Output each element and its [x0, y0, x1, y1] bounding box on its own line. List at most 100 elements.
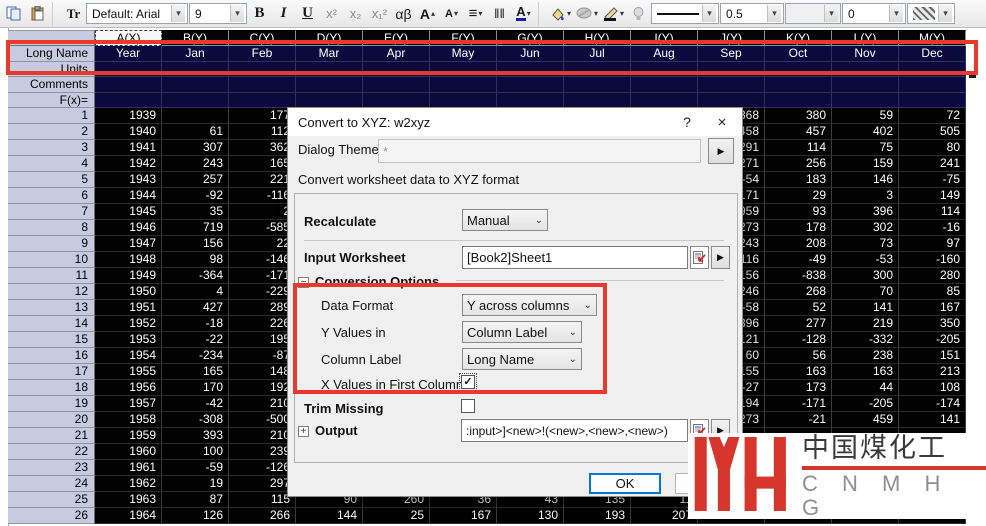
long-name-cell[interactable]: Oct	[765, 46, 832, 62]
dialog-theme-input[interactable]: *	[378, 139, 701, 163]
data-cell[interactable]: 1942	[95, 156, 162, 172]
data-cell[interactable]: 289	[229, 300, 296, 316]
row-number-cell[interactable]: 11	[8, 268, 95, 284]
label-cell[interactable]	[162, 77, 229, 93]
ok-button[interactable]: OK	[589, 473, 661, 494]
data-cell[interactable]: 1945	[95, 204, 162, 220]
row-number-cell[interactable]: 17	[8, 364, 95, 380]
data-cell[interactable]: 307	[162, 140, 229, 156]
subscript-button[interactable]: x₂	[344, 3, 367, 25]
data-cell[interactable]: 1961	[95, 460, 162, 476]
label-cell[interactable]	[229, 62, 296, 78]
data-cell[interactable]: 193	[564, 508, 631, 524]
input-worksheet-flyout-button[interactable]: ▶	[711, 246, 730, 269]
data-cell[interactable]: 1954	[95, 348, 162, 364]
label-cell[interactable]	[430, 77, 497, 93]
data-cell[interactable]: -53	[832, 252, 899, 268]
label-cell[interactable]	[497, 77, 564, 93]
label-cell[interactable]	[95, 77, 162, 93]
label-cell[interactable]	[698, 62, 765, 78]
corner-cell[interactable]	[8, 30, 95, 46]
data-cell[interactable]: -16	[899, 220, 966, 236]
row-label-cell[interactable]: Long Name	[8, 46, 95, 62]
data-cell[interactable]: 1949	[95, 268, 162, 284]
data-cell[interactable]: 173	[765, 380, 832, 396]
data-cell[interactable]: -332	[832, 332, 899, 348]
data-cell[interactable]: 115	[229, 492, 296, 508]
row-number-cell[interactable]: 20	[8, 412, 95, 428]
data-cell[interactable]: 1962	[95, 476, 162, 492]
data-cell[interactable]: 22	[229, 236, 296, 252]
rotation-select[interactable]: 0 ▾	[842, 3, 906, 24]
data-cell[interactable]: 1959	[95, 428, 162, 444]
data-cell[interactable]: 52	[765, 300, 832, 316]
data-cell[interactable]: 87	[162, 492, 229, 508]
data-cell[interactable]: -75	[899, 172, 966, 188]
data-cell[interactable]: 266	[229, 508, 296, 524]
data-cell[interactable]: 170	[162, 380, 229, 396]
underline-button[interactable]: U	[296, 3, 319, 25]
label-cell[interactable]	[296, 93, 363, 109]
data-cell[interactable]: 277	[765, 316, 832, 332]
data-cell[interactable]: 159	[832, 156, 899, 172]
data-cell[interactable]: 29	[765, 188, 832, 204]
data-cell[interactable]: 1953	[95, 332, 162, 348]
long-name-cell[interactable]: Year	[95, 46, 162, 62]
long-name-cell[interactable]: Jun	[497, 46, 564, 62]
data-cell[interactable]: 459	[832, 412, 899, 428]
dialog-theme-flyout-button[interactable]: ▶	[708, 138, 734, 164]
data-cell[interactable]: 210	[229, 428, 296, 444]
dialog-titlebar[interactable]: Convert to XYZ: w2xyz ? ×	[288, 108, 742, 136]
y-values-in-select[interactable]: Column Label ⌄	[462, 321, 582, 343]
label-cell[interactable]	[363, 62, 430, 78]
data-cell[interactable]: 114	[765, 140, 832, 156]
row-number-cell[interactable]: 4	[8, 156, 95, 172]
data-cell[interactable]: -59	[162, 460, 229, 476]
label-cell[interactable]	[832, 93, 899, 109]
data-cell[interactable]: 505	[899, 124, 966, 140]
data-cell[interactable]: -171	[765, 396, 832, 412]
data-cell[interactable]: 80	[899, 140, 966, 156]
fill-color-button[interactable]: ▾	[548, 3, 573, 25]
long-name-cell[interactable]: Mar	[296, 46, 363, 62]
data-cell[interactable]: 396	[832, 204, 899, 220]
label-cell[interactable]	[162, 62, 229, 78]
data-cell[interactable]: 1958	[95, 412, 162, 428]
long-name-cell[interactable]: Jul	[564, 46, 631, 62]
data-cell[interactable]: 108	[899, 380, 966, 396]
row-number-cell[interactable]: 1	[8, 108, 95, 124]
row-label-cell[interactable]: F(x)=	[8, 93, 95, 109]
column-header-cell[interactable]: I(Y)	[631, 30, 698, 46]
data-cell[interactable]: 1944	[95, 188, 162, 204]
column-header-cell[interactable]: G(Y)	[497, 30, 564, 46]
label-cell[interactable]	[899, 93, 966, 109]
long-name-cell[interactable]: Dec	[899, 46, 966, 62]
data-cell[interactable]: 148	[229, 364, 296, 380]
data-cell[interactable]: 297	[229, 476, 296, 492]
label-cell[interactable]	[631, 62, 698, 78]
data-cell[interactable]: -364	[162, 268, 229, 284]
data-cell[interactable]: -146	[229, 252, 296, 268]
format-text-icon[interactable]: Tr	[62, 3, 85, 25]
chevron-down-icon[interactable]: ▾	[824, 5, 838, 22]
data-cell[interactable]: -87	[229, 348, 296, 364]
data-cell[interactable]: 165	[229, 156, 296, 172]
label-cell[interactable]	[698, 77, 765, 93]
output-input[interactable]: :input>]<new>!(<new>,<new>,<new>)	[461, 419, 688, 442]
row-label-cell[interactable]: Units	[8, 62, 95, 78]
data-cell[interactable]: 210	[229, 396, 296, 412]
data-format-select[interactable]: Y across columns ⌄	[462, 294, 597, 316]
data-cell[interactable]: -18	[162, 316, 229, 332]
data-cell[interactable]: 97	[899, 236, 966, 252]
help-button[interactable]: ?	[672, 114, 702, 130]
label-cell[interactable]	[631, 77, 698, 93]
label-cell[interactable]	[698, 93, 765, 109]
data-cell[interactable]: -205	[899, 332, 966, 348]
label-cell[interactable]	[564, 93, 631, 109]
data-cell[interactable]: 350	[899, 316, 966, 332]
data-cell[interactable]: -42	[162, 396, 229, 412]
column-label-select[interactable]: Long Name ⌄	[462, 348, 582, 370]
data-cell[interactable]: -205	[832, 396, 899, 412]
label-cell[interactable]	[497, 93, 564, 109]
label-cell[interactable]	[95, 62, 162, 78]
